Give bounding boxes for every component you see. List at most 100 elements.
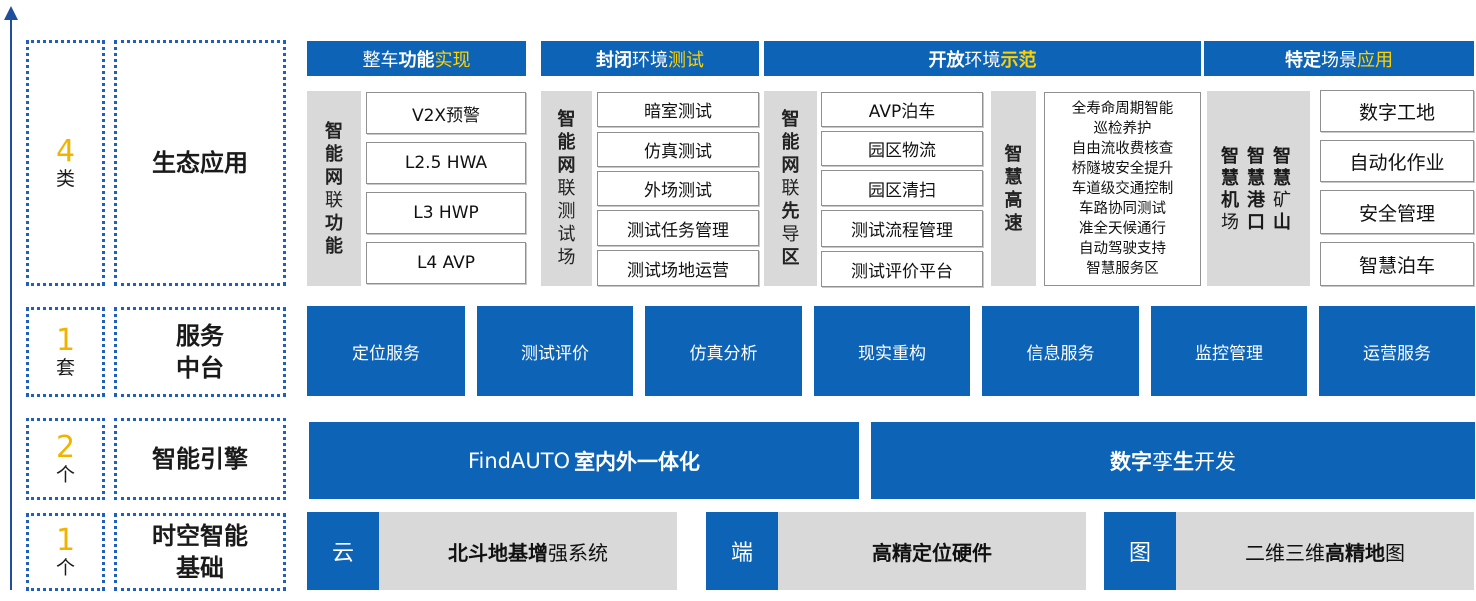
label-char: 智	[325, 120, 343, 142]
header-highlight: 测试	[668, 49, 704, 71]
engine-text: 室内外一体化	[574, 449, 701, 474]
label-char: 智	[557, 109, 576, 130]
list-item: 自动驾驶支持	[1079, 241, 1166, 257]
header-text: 功能	[398, 49, 435, 71]
service-simulation-analysis: 仿真分析	[645, 306, 802, 396]
foundation-text: 北斗地基增	[448, 540, 548, 565]
item-test-task-management: 测试任务管理	[597, 210, 759, 246]
label-char: 先	[781, 201, 800, 222]
item-l3-hwp: L3 HWP	[366, 192, 526, 234]
item-l4-avp: L4 AVP	[366, 242, 526, 284]
list-item: 自由流收费核查	[1071, 141, 1174, 157]
item-l25-hwa: L2.5 HWA	[366, 142, 526, 184]
header-closed-test: 封闭 环境 测试	[541, 41, 759, 76]
level-label-text: 基础	[176, 554, 224, 582]
foundation-beidou: 北斗地基增 强系统	[379, 512, 677, 590]
label-char: 场	[1221, 212, 1239, 233]
item-test-site-operation: 测试场地运营	[597, 250, 759, 286]
header-text: 环境	[632, 49, 668, 71]
list-item: 智慧服务区	[1086, 261, 1159, 277]
header-vehicle-function: 整车 功能 实现	[307, 41, 526, 76]
foundation-text: 强系统	[548, 540, 608, 565]
label-char: 联	[557, 178, 576, 199]
header-text: 整车	[362, 49, 399, 71]
count-box-engine: 2 个	[26, 418, 105, 500]
label-char: 高	[1004, 189, 1023, 211]
header-highlight: 实现	[434, 49, 471, 71]
label-char: 智	[1221, 146, 1239, 167]
item-simulation-test: 仿真测试	[597, 132, 759, 167]
level-label-foundation: 时空智能 基础	[114, 513, 286, 591]
engine-text: 开发	[1194, 449, 1236, 474]
service-reality-reconstruction: 现实重构	[814, 306, 970, 396]
label-char: 网	[781, 155, 800, 176]
list-item: 全寿命周期智能	[1071, 101, 1174, 117]
count-unit: 类	[55, 168, 75, 190]
header-specific-scene: 特定 场景 应用	[1204, 41, 1474, 76]
label-char: 口	[1247, 212, 1265, 233]
label-char: 联	[781, 178, 800, 199]
level-label-text: 中台	[176, 354, 224, 382]
item-avp-parking: AVP泊车	[821, 92, 983, 127]
count-box-apps: 4 类	[26, 40, 105, 286]
label-char: 慧	[1273, 168, 1291, 189]
tag-terminal: 端	[706, 512, 778, 590]
label-char: 智	[1004, 143, 1023, 165]
label-smart-highway: 智 慧 高 速	[991, 91, 1036, 286]
list-item: 车路协同测试	[1079, 201, 1166, 217]
label-smart-airport: 智 慧 机 场	[1221, 146, 1239, 234]
count-unit: 套	[55, 357, 75, 379]
list-item: 巡检养护	[1093, 121, 1152, 137]
count-number: 2	[55, 430, 76, 465]
label-char: 智	[1247, 146, 1265, 167]
tag-cloud: 云	[307, 512, 379, 590]
engine-text: AUTO	[510, 448, 571, 473]
count-box-foundation: 1 个	[26, 513, 105, 591]
item-digital-site: 数字工地	[1320, 90, 1474, 132]
item-field-test: 外场测试	[597, 171, 759, 206]
label-icv-function: 智 能 网 联 功 能	[307, 91, 361, 286]
service-test-evaluation: 测试评价	[477, 306, 633, 396]
list-highway-functions: 全寿命周期智能 巡检养护 自由流收费核查 桥隧坡安全提升 车道级交通控制 车路协…	[1044, 92, 1201, 286]
service-operations: 运营服务	[1319, 306, 1475, 396]
label-char: 能	[557, 132, 576, 153]
service-monitoring-management: 监控管理	[1151, 306, 1307, 396]
foundation-hd-map: 二维三维 高精地图	[1176, 512, 1474, 590]
label-smart-mine: 智 慧 矿 山	[1273, 146, 1291, 234]
header-text: 开放	[928, 49, 965, 71]
tag-map: 图	[1104, 512, 1176, 590]
item-safety-management: 安全管理	[1320, 190, 1474, 234]
count-number: 1	[55, 523, 76, 558]
service-information: 信息服务	[982, 306, 1139, 396]
item-test-process-management: 测试流程管理	[821, 210, 983, 247]
label-char: 导	[781, 224, 800, 245]
foundation-text: 二维三维	[1245, 540, 1325, 565]
service-positioning: 定位服务	[307, 306, 465, 396]
axis-arrow-line	[10, 18, 12, 590]
count-number: 4	[55, 134, 76, 169]
item-smart-parking: 智慧泊车	[1320, 242, 1474, 286]
engine-text: Find	[467, 448, 511, 473]
label-char: 区	[781, 247, 800, 268]
count-unit: 个	[55, 464, 75, 486]
label-char: 慧	[1004, 166, 1023, 188]
engine-text: 数字	[1110, 449, 1152, 474]
item-v2x-warning: V2X预警	[366, 92, 526, 134]
level-label-platform: 服务 中台	[114, 307, 286, 397]
label-char: 场	[557, 247, 576, 268]
foundation-text: 高精定位硬件	[872, 540, 992, 565]
label-char: 机	[1221, 190, 1239, 211]
item-park-logistics: 园区物流	[821, 131, 983, 166]
foundation-hd-positioning: 高精定位硬件	[778, 512, 1086, 590]
list-item: 车道级交通控制	[1071, 181, 1174, 197]
level-label-text: 服务	[176, 322, 224, 350]
label-char: 智	[781, 109, 800, 130]
item-automated-operation: 自动化作业	[1320, 140, 1474, 182]
header-highlight: 示范	[1000, 49, 1037, 71]
label-char: 测	[557, 201, 576, 222]
level-label-text: 时空智能	[152, 522, 248, 550]
label-char: 慧	[1247, 168, 1265, 189]
label-char: 网	[557, 155, 576, 176]
header-open-demo: 开放 环境 示范	[764, 41, 1201, 76]
header-text: 封闭	[596, 49, 632, 71]
